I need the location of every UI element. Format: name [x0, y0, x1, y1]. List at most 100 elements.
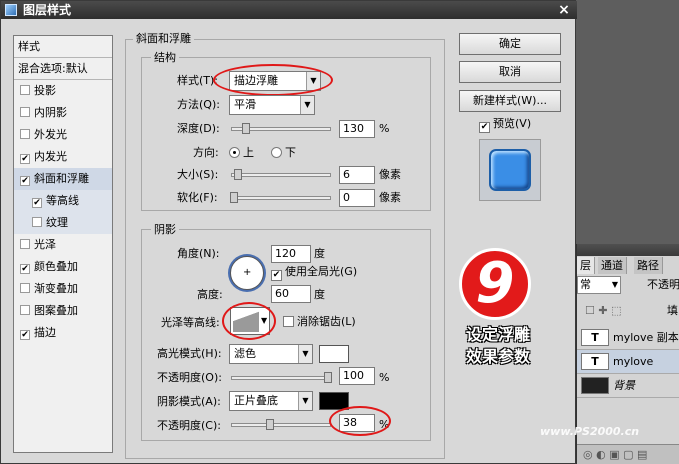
layer-row-mylove-copy[interactable]: T mylove 副本 [577, 326, 679, 350]
close-icon[interactable]: × [557, 3, 571, 17]
soften-slider-handle[interactable] [230, 192, 238, 203]
altitude-input[interactable]: 60 [271, 285, 311, 303]
size-input[interactable]: 6 [339, 166, 375, 184]
style-item-label: 投影 [34, 84, 56, 97]
checkmark-icon[interactable]: ✔ [20, 176, 30, 186]
preview-label: 预览(V) [493, 117, 532, 130]
style-item-label: 渐变叠加 [34, 282, 78, 295]
radio-selected-icon [229, 147, 240, 158]
highlight-opacity-slider[interactable] [231, 372, 332, 383]
style-list-header[interactable]: 样式 [14, 36, 112, 58]
tab-paths[interactable]: 路径 [634, 257, 663, 274]
lock-icons[interactable]: ☐ ✚ ⬚ [585, 304, 621, 318]
shadow-opacity-handle[interactable] [266, 419, 274, 430]
style-item-label: 斜面和浮雕 [34, 172, 89, 185]
checkmark-icon[interactable]: ✔ [32, 198, 42, 208]
checkmark-icon[interactable]: ✔ [20, 330, 30, 340]
direction-down-radio[interactable]: 下 [271, 146, 296, 160]
checkmark-icon[interactable]: ✔ [20, 154, 30, 164]
chevron-down-icon: ▼ [298, 392, 312, 410]
preview-checkbox[interactable]: ✔ 预览(V) [479, 117, 531, 133]
ok-button[interactable]: 确定 [459, 33, 561, 55]
shadow-opacity-slider[interactable] [231, 419, 331, 430]
style-preview [479, 139, 541, 201]
checkbox-empty-icon[interactable] [20, 305, 30, 315]
style-item[interactable]: ✔ 内发光 [14, 146, 112, 168]
layer-row-background[interactable]: 背景 [577, 374, 679, 398]
style-item[interactable]: 光泽 [14, 234, 112, 256]
tab-channels[interactable]: 通道 [598, 257, 627, 274]
checkbox-empty-icon[interactable] [20, 107, 30, 117]
title-bar[interactable]: 图层样式 × [1, 1, 577, 19]
checkbox-empty-icon[interactable] [20, 283, 30, 293]
panel-footer-toolbar[interactable]: ◎ ◐ ▣ ▢ ▤ [577, 444, 679, 464]
size-slider-handle[interactable] [234, 169, 242, 180]
antialias-checkbox[interactable]: 消除锯齿(L) [283, 315, 356, 329]
depth-slider[interactable] [231, 123, 331, 134]
checkmark-icon: ✔ [479, 122, 490, 133]
blend-options-item[interactable]: 混合选项:默认 [14, 58, 112, 80]
caption-line-2: 效果参数 [465, 347, 530, 366]
checkbox-empty-icon[interactable] [20, 129, 30, 139]
style-item[interactable]: ✔ 颜色叠加 [14, 256, 112, 278]
opacity-label: 不透明 [647, 278, 679, 291]
style-item-label: 描边 [34, 326, 56, 339]
style-item[interactable]: 渐变叠加 [14, 278, 112, 300]
preview-tile [489, 149, 531, 191]
layer-name: mylove [613, 355, 654, 368]
global-light-checkbox[interactable]: ✔ 使用全局光(G) [271, 265, 357, 281]
style-item[interactable]: 内阴影 [14, 102, 112, 124]
checkmark-icon: ✔ [271, 270, 282, 281]
direction-up-label: 上 [243, 146, 254, 159]
text-layer-icon: T [581, 329, 609, 346]
style-item[interactable]: 投影 [14, 80, 112, 102]
tab-layers[interactable]: 层 [577, 257, 595, 274]
style-item[interactable]: ✔ 等高线 [14, 190, 112, 212]
depth-input[interactable]: 130 [339, 120, 375, 138]
cancel-button[interactable]: 取消 [459, 61, 561, 83]
blend-mode-select[interactable]: 常 ▼ [577, 276, 621, 294]
checkmark-icon[interactable]: ✔ [20, 264, 30, 274]
style-item-label: 颜色叠加 [34, 260, 78, 273]
shadow-mode-label: 阴影模式(A): [157, 395, 221, 408]
highlight-mode-select[interactable]: 滤色 ▼ [229, 344, 313, 364]
highlight-opacity-handle[interactable] [324, 372, 332, 383]
angle-input[interactable]: 120 [271, 245, 311, 263]
angle-dial[interactable]: + [230, 256, 264, 290]
highlight-mode-value: 滤色 [234, 347, 256, 360]
size-slider[interactable] [231, 169, 331, 180]
style-item[interactable]: 纹理 [14, 212, 112, 234]
altitude-label: 高度: [197, 288, 223, 301]
highlight-ring-contour [222, 302, 276, 340]
depth-slider-handle[interactable] [242, 123, 250, 134]
soften-input[interactable]: 0 [339, 189, 375, 207]
highlight-opacity-unit: % [379, 371, 390, 384]
highlight-opacity-input[interactable]: 100 [339, 367, 375, 385]
highlight-ring-opacity [329, 406, 391, 436]
style-item[interactable]: 外发光 [14, 124, 112, 146]
style-item[interactable]: 图案叠加 [14, 300, 112, 322]
soften-slider[interactable] [230, 192, 331, 203]
crosshair-icon: + [243, 267, 252, 278]
style-list: 样式 混合选项:默认 投影 内阴影 外发光 ✔ 内发光 ✔ 斜面和浮雕 ✔ 等高线 纹理 光泽 ✔ 颜色… [13, 35, 113, 453]
antialias-label: 消除锯齿(L) [297, 315, 356, 328]
highlight-color-swatch[interactable] [319, 345, 349, 363]
direction-up-radio[interactable]: 上 [229, 146, 254, 160]
layer-row-mylove[interactable]: T mylove [577, 350, 679, 374]
new-style-button[interactable]: 新建样式(W)... [459, 90, 561, 112]
soften-unit: 像素 [379, 191, 401, 204]
style-item-label: 纹理 [46, 216, 68, 229]
checkbox-empty-icon[interactable] [20, 239, 30, 249]
highlight-mode-label: 高光模式(H): [157, 347, 222, 360]
style-item-label: 图案叠加 [34, 304, 78, 317]
style-item-label: 光泽 [34, 238, 56, 251]
technique-select[interactable]: 平滑 ▼ [229, 95, 315, 115]
style-item[interactable]: ✔ 描边 [14, 322, 112, 344]
shadow-mode-select[interactable]: 正片叠底 ▼ [229, 391, 313, 411]
style-item[interactable]: ✔ 斜面和浮雕 [14, 168, 112, 190]
checkbox-empty-icon[interactable] [20, 85, 30, 95]
radio-empty-icon [271, 147, 282, 158]
depth-unit: % [379, 122, 390, 135]
checkbox-empty-icon[interactable] [32, 217, 42, 227]
tutorial-caption: 设定浮雕 效果参数 [448, 324, 548, 368]
